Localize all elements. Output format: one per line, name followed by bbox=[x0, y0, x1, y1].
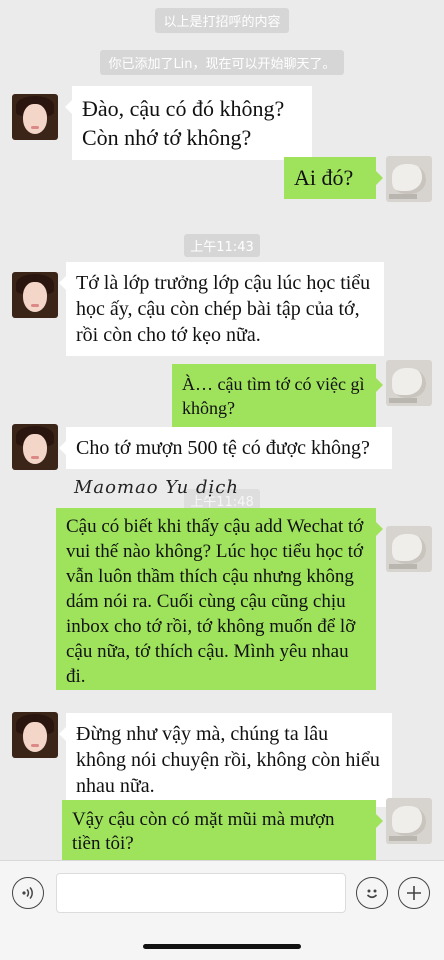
message-bubble-sent[interactable]: Vậy cậu còn có mặt mũi mà mượn tiền tôi? bbox=[62, 800, 383, 864]
home-indicator[interactable] bbox=[143, 944, 301, 949]
message-input[interactable] bbox=[56, 873, 346, 913]
message-bubble-received[interactable]: Tớ là lớp trưởng lớp cậu lúc học tiểu họ… bbox=[59, 262, 384, 356]
message-bubble-sent[interactable]: Ai đó? bbox=[284, 157, 383, 199]
contact-avatar[interactable] bbox=[12, 424, 58, 470]
smiley-face-icon bbox=[366, 889, 378, 899]
translator-watermark: Maomao Yu dịch bbox=[74, 477, 239, 498]
contact-avatar[interactable] bbox=[12, 712, 58, 758]
system-notice-text: 以上是打招呼的内容 bbox=[155, 8, 289, 33]
contact-avatar[interactable] bbox=[12, 94, 58, 140]
message-bubble-received[interactable]: Đào, cậu có đó không? Còn nhớ tớ không? bbox=[65, 86, 312, 160]
contact-avatar[interactable] bbox=[12, 272, 58, 318]
timestamp: 上午11:43 bbox=[0, 234, 444, 257]
message-bubble-sent[interactable]: Cậu có biết khi thấy cậu add Wechat tớ v… bbox=[56, 508, 383, 690]
system-notice-greeting: 以上是打招呼的内容 bbox=[0, 8, 444, 33]
my-avatar[interactable] bbox=[386, 798, 432, 844]
my-avatar[interactable] bbox=[386, 526, 432, 572]
system-notice-text: 你已添加了Lin，现在可以开始聊天了。 bbox=[100, 50, 344, 75]
message-bubble-received[interactable]: Cho tớ mượn 500 tệ có được không? bbox=[59, 427, 392, 469]
timestamp-text: 上午11:43 bbox=[184, 234, 260, 257]
add-icon bbox=[407, 886, 421, 900]
plus-icon[interactable] bbox=[398, 877, 430, 909]
message-bubble-received[interactable]: Đừng như vậy mà, chúng ta lâu không nói … bbox=[59, 713, 392, 807]
voice-waves-icon bbox=[22, 886, 33, 900]
message-bubble-sent[interactable]: À… cậu tìm tớ có việc gì không? bbox=[172, 364, 383, 428]
my-avatar[interactable] bbox=[386, 156, 432, 202]
system-notice-added: 你已添加了Lin，现在可以开始聊天了。 bbox=[0, 50, 444, 75]
my-avatar[interactable] bbox=[386, 360, 432, 406]
emoji-icon[interactable] bbox=[356, 877, 388, 909]
voice-icon[interactable] bbox=[12, 877, 44, 909]
